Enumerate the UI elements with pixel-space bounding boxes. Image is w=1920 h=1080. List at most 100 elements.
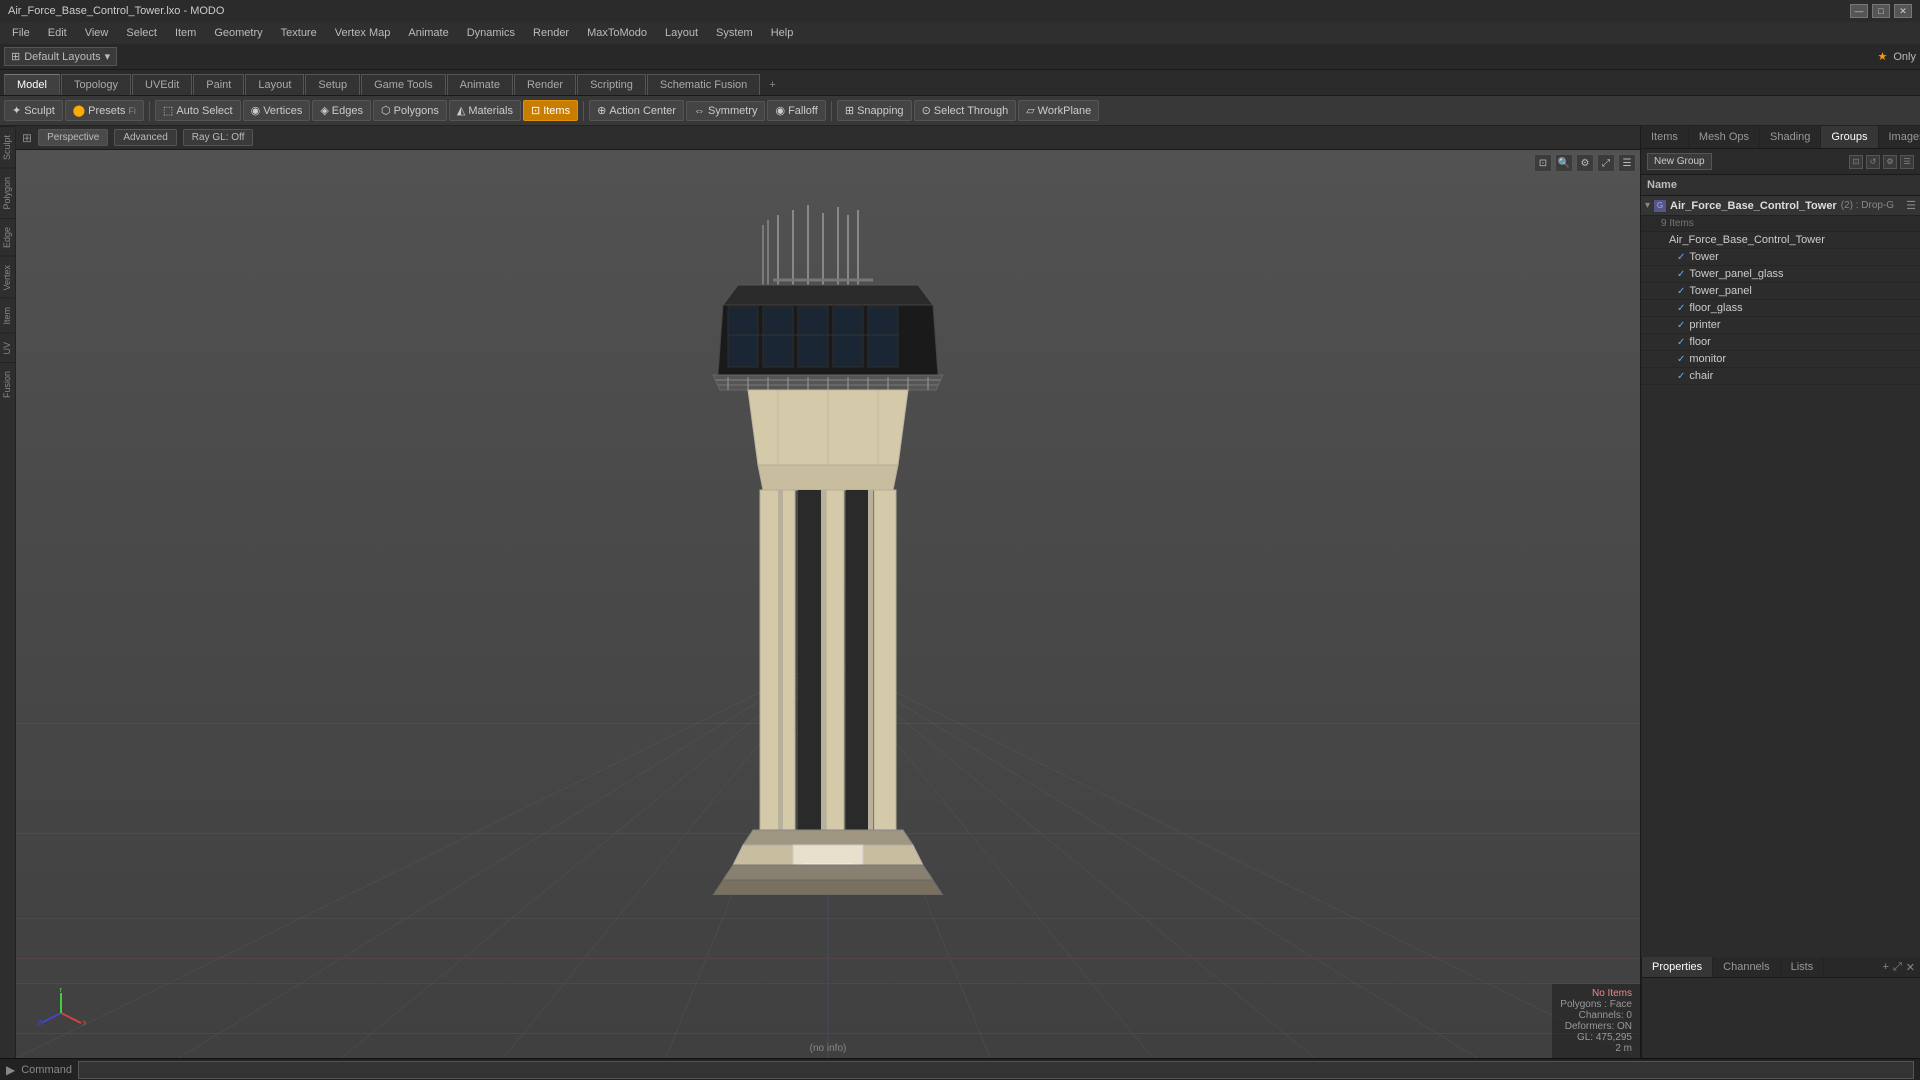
list-item-control-tower[interactable]: Air_Force_Base_Control_Tower <box>1641 232 1920 249</box>
tab-render[interactable]: Render <box>514 74 576 95</box>
menu-system[interactable]: System <box>708 25 761 41</box>
new-group-button[interactable]: New Group <box>1647 153 1712 170</box>
item-eye-icon[interactable]: ✓ <box>1677 269 1685 280</box>
list-item-floor[interactable]: ✓ floor <box>1641 334 1920 351</box>
action-center-button[interactable]: ⊕ Action Center <box>589 100 684 121</box>
viewport-expand-button[interactable]: ⤢ <box>1597 154 1615 172</box>
item-eye-icon[interactable]: ✓ <box>1677 303 1685 314</box>
tab-layout[interactable]: Layout <box>245 74 304 95</box>
menu-vertex-map[interactable]: Vertex Map <box>327 25 399 41</box>
close-panel-icon[interactable]: ✕ <box>1906 961 1915 974</box>
tab-channels[interactable]: Channels <box>1713 957 1780 977</box>
tab-mesh-ops[interactable]: Mesh Ops <box>1689 126 1760 148</box>
groups-reload-icon[interactable]: ↺ <box>1866 155 1880 169</box>
viewport-menu-button[interactable]: ☰ <box>1618 154 1636 172</box>
viewport-search-button[interactable]: 🔍 <box>1555 154 1573 172</box>
menu-maxtomodo[interactable]: MaxToModo <box>579 25 655 41</box>
menu-texture[interactable]: Texture <box>273 25 325 41</box>
menu-view[interactable]: View <box>77 25 117 41</box>
list-item-tower-panel-glass[interactable]: ✓ Tower_panel_glass <box>1641 266 1920 283</box>
expand-panel-icon[interactable]: ⤢ <box>1893 961 1902 974</box>
tab-properties[interactable]: Properties <box>1642 957 1713 977</box>
tab-items[interactable]: Items <box>1641 126 1689 148</box>
tab-images[interactable]: Images <box>1879 126 1920 148</box>
perspective-button[interactable]: Perspective <box>38 129 108 146</box>
sidebar-tab-item[interactable]: Item <box>0 298 15 333</box>
viewport-settings-icon[interactable]: ⚙ <box>1576 154 1594 172</box>
select-through-button[interactable]: ⊙ Select Through <box>914 100 1017 121</box>
viewport-fit-button[interactable]: ⊡ <box>1534 154 1552 172</box>
group-row[interactable]: ▾ G Air_Force_Base_Control_Tower (2) : D… <box>1641 196 1920 216</box>
sidebar-tab-fusion[interactable]: Fusion <box>0 362 15 406</box>
item-eye-icon[interactable]: ✓ <box>1677 286 1685 297</box>
tab-animate[interactable]: Animate <box>447 74 513 95</box>
add-tab-button[interactable]: + <box>761 75 783 95</box>
polygons-button[interactable]: ⬡ Polygons <box>373 100 447 121</box>
tab-shading[interactable]: Shading <box>1760 126 1821 148</box>
symmetry-button[interactable]: ⇔ Symmetry <box>686 101 766 121</box>
materials-button[interactable]: ◭ Materials <box>449 100 521 121</box>
edges-label: Edges <box>332 105 363 117</box>
sidebar-tab-sculpt[interactable]: Sculpt <box>0 126 15 168</box>
menu-dynamics[interactable]: Dynamics <box>459 25 523 41</box>
menu-animate[interactable]: Animate <box>400 25 456 41</box>
item-eye-icon[interactable]: ✓ <box>1677 252 1685 263</box>
tab-scripting[interactable]: Scripting <box>577 74 646 95</box>
menu-edit[interactable]: Edit <box>40 25 75 41</box>
falloff-button[interactable]: ◉ Falloff <box>767 100 825 121</box>
tab-schematic-fusion[interactable]: Schematic Fusion <box>647 74 760 95</box>
close-button[interactable]: ✕ <box>1894 4 1912 18</box>
list-item-printer[interactable]: ✓ printer <box>1641 317 1920 334</box>
tab-topology[interactable]: Topology <box>61 74 131 95</box>
auto-select-button[interactable]: ⬚ Auto Select <box>155 100 241 121</box>
sidebar-tab-uv[interactable]: UV <box>0 333 15 363</box>
item-eye-icon[interactable]: ✓ <box>1677 354 1685 365</box>
menu-render[interactable]: Render <box>525 25 577 41</box>
tab-paint[interactable]: Paint <box>193 74 244 95</box>
list-item-chair[interactable]: ✓ chair <box>1641 368 1920 385</box>
list-item-tower-panel[interactable]: ✓ Tower_panel <box>1641 283 1920 300</box>
list-item-tower[interactable]: ✓ Tower <box>1641 249 1920 266</box>
minimize-button[interactable]: — <box>1850 4 1868 18</box>
groups-close-icon[interactable]: ☰ <box>1900 155 1914 169</box>
menu-help[interactable]: Help <box>763 25 802 41</box>
add-list-button[interactable]: + <box>1883 961 1889 973</box>
sidebar-tab-polygon[interactable]: Polygon <box>0 168 15 218</box>
layout-selector[interactable]: ⊞ Default Layouts ▾ <box>4 47 117 66</box>
item-eye-icon[interactable]: ✓ <box>1677 371 1685 382</box>
tab-setup[interactable]: Setup <box>305 74 360 95</box>
group-chevron[interactable]: ▾ <box>1645 200 1650 211</box>
tab-model[interactable]: Model <box>4 74 60 95</box>
tab-groups[interactable]: Groups <box>1821 126 1878 148</box>
ray-gl-button[interactable]: Ray GL: Off <box>183 129 254 146</box>
sidebar-tab-edge[interactable]: Edge <box>0 218 15 256</box>
groups-view-icon[interactable]: ⊡ <box>1849 155 1863 169</box>
item-eye-icon[interactable]: ✓ <box>1677 337 1685 348</box>
sculpt-button[interactable]: ✦ Sculpt <box>4 100 63 121</box>
workplane-button[interactable]: ▱ WorkPlane <box>1018 100 1099 121</box>
groups-settings-icon[interactable]: ⚙ <box>1883 155 1897 169</box>
items-button[interactable]: ⊡ Items <box>523 100 578 121</box>
sidebar-tab-vertex[interactable]: Vertex <box>0 256 15 299</box>
list-item-monitor[interactable]: ✓ monitor <box>1641 351 1920 368</box>
item-eye-icon[interactable]: ✓ <box>1677 320 1685 331</box>
group-toggle-icon[interactable]: ☰ <box>1906 199 1916 212</box>
edges-button[interactable]: ◈ Edges <box>312 100 371 121</box>
menu-file[interactable]: File <box>4 25 38 41</box>
advanced-button[interactable]: Advanced <box>114 129 176 146</box>
menu-item[interactable]: Item <box>167 25 204 41</box>
layout-name: Default Layouts <box>24 51 100 63</box>
viewport[interactable]: X Z Y ⊡ 🔍 ⚙ ⤢ ☰ No Items Polygons : Fa <box>16 150 1640 1058</box>
tab-uvedit[interactable]: UVEdit <box>132 74 192 95</box>
tab-lists[interactable]: Lists <box>1781 957 1825 977</box>
presets-button[interactable]: ⬤ Presets Fi <box>65 100 144 121</box>
list-item-floor-glass[interactable]: ✓ floor_glass <box>1641 300 1920 317</box>
vertices-button[interactable]: ◉ Vertices <box>243 100 311 121</box>
menu-layout[interactable]: Layout <box>657 25 706 41</box>
maximize-button[interactable]: □ <box>1872 4 1890 18</box>
menu-select[interactable]: Select <box>118 25 165 41</box>
menu-geometry[interactable]: Geometry <box>206 25 270 41</box>
snapping-button[interactable]: ⊞ Snapping <box>837 100 912 121</box>
command-input[interactable] <box>78 1061 1914 1079</box>
tab-game-tools[interactable]: Game Tools <box>361 74 446 95</box>
